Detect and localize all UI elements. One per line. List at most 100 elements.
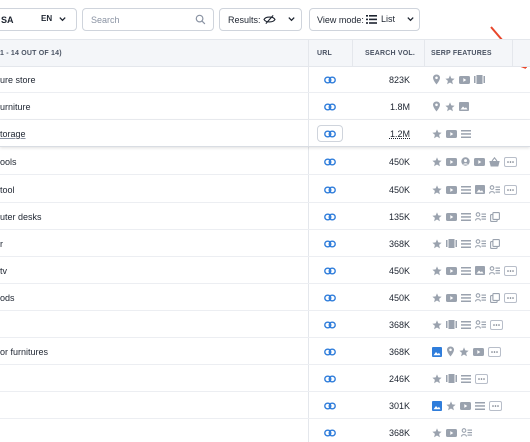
url-link-icon[interactable] — [317, 181, 343, 198]
column-divider — [424, 39, 425, 67]
column-header-url[interactable]: URL — [317, 50, 332, 57]
url-link-icon[interactable] — [317, 370, 343, 387]
url-link-icon[interactable] — [317, 235, 343, 252]
search-volume-cell: 1.8M — [389, 102, 410, 112]
serp-features-cell — [432, 264, 517, 277]
table-row[interactable]: 301K — [0, 392, 530, 419]
list-icon — [461, 129, 471, 138]
table-row[interactable]: tv 450K — [0, 257, 530, 284]
video-icon — [446, 129, 457, 138]
serp-features-cell — [432, 345, 501, 358]
star-icon — [446, 400, 456, 411]
results-filter-button[interactable]: Results: — [219, 8, 302, 31]
table-row[interactable]: uter desks 135K — [0, 203, 530, 230]
people-icon — [489, 185, 500, 194]
url-link-icon[interactable] — [317, 289, 343, 306]
star-icon — [459, 346, 469, 357]
keyword-cell[interactable]: ods — [0, 293, 15, 303]
people-icon — [475, 320, 486, 329]
table-header: 1 - 14 OUT OF 14) URL SEARCH VOL. SERP F… — [0, 39, 530, 67]
carousel-icon — [474, 75, 485, 84]
table-row[interactable]: tool 450K — [0, 176, 530, 203]
serp-features-cell — [432, 210, 500, 223]
serp-features-cell — [432, 127, 471, 140]
keyword-cell[interactable]: ools — [0, 157, 17, 167]
keyword-cell[interactable]: uter desks — [0, 212, 42, 222]
table-row[interactable]: ure store 823K — [0, 66, 530, 93]
column-divider — [512, 39, 513, 67]
pin-icon — [432, 74, 441, 85]
url-link-icon[interactable] — [317, 208, 343, 225]
view-mode-select[interactable]: View mode: List — [309, 8, 420, 31]
search-icon — [195, 14, 206, 27]
view-mode-value: List — [381, 14, 396, 24]
more-options-icon[interactable] — [504, 156, 517, 167]
serp-features-cell — [432, 237, 500, 250]
keyword-cell[interactable]: tv — [0, 266, 7, 276]
table-row[interactable]: urniture 1.8M — [0, 93, 530, 120]
table-row[interactable]: torage 1.2M — [0, 120, 530, 147]
keyword-cell[interactable]: tool — [0, 185, 15, 195]
url-link-icon[interactable] — [317, 125, 343, 142]
url-link-icon[interactable] — [317, 71, 343, 88]
search-volume-cell: 368K — [388, 239, 410, 249]
more-options-icon[interactable] — [475, 373, 488, 384]
column-header-search-volume[interactable]: SEARCH VOL. — [365, 50, 415, 57]
more-options-icon[interactable] — [504, 265, 517, 276]
keyword-cell[interactable]: ure store — [0, 75, 36, 85]
chevron-down-icon — [287, 14, 296, 25]
url-link-icon[interactable] — [317, 98, 343, 115]
table-row[interactable]: 368K — [0, 419, 530, 442]
url-link-icon[interactable] — [317, 262, 343, 279]
star-icon — [432, 211, 442, 222]
search-volume-cell: 823K — [388, 75, 410, 85]
list-icon — [461, 320, 471, 329]
image-blue-icon — [432, 400, 442, 411]
keyword-cell[interactable]: urniture — [0, 102, 31, 112]
search-input[interactable]: Search — [82, 8, 214, 31]
more-options-icon[interactable] — [488, 346, 501, 357]
keyword-cell[interactable]: r — [0, 239, 3, 249]
url-link-icon[interactable] — [317, 424, 343, 441]
star-icon — [432, 156, 442, 167]
results-label: Results: — [228, 14, 261, 25]
url-link-icon[interactable] — [317, 397, 343, 414]
serp-features-cell — [432, 318, 503, 331]
star-icon — [445, 74, 455, 85]
people-icon — [489, 266, 500, 275]
keyword-cell[interactable]: or furnitures — [0, 347, 48, 357]
search-volume-cell: 450K — [388, 266, 410, 276]
search-volume-cell: 450K — [388, 157, 410, 167]
table-row[interactable]: r 368K — [0, 230, 530, 257]
column-header-serp-features[interactable]: SERP FEATURES — [431, 50, 492, 57]
carousel-icon — [446, 320, 457, 329]
url-link-icon[interactable] — [317, 153, 343, 170]
person-icon — [461, 156, 470, 167]
table-row[interactable]: or furnitures 368K — [0, 338, 530, 365]
more-options-icon[interactable] — [504, 184, 517, 195]
star-icon — [432, 292, 442, 303]
table-row[interactable]: 368K — [0, 311, 530, 338]
more-options-icon[interactable] — [490, 319, 503, 330]
language-value: EN — [41, 14, 53, 23]
database-select[interactable]: SA EN — [0, 8, 77, 31]
column-header-keyword[interactable]: 1 - 14 OUT OF 14) — [0, 50, 62, 57]
image-blue-icon — [432, 346, 442, 357]
search-volume-cell: 301K — [388, 401, 410, 411]
video-icon — [446, 266, 457, 275]
serp-features-cell — [432, 100, 469, 113]
keyword-cell[interactable]: torage — [0, 129, 26, 139]
image-icon — [459, 102, 469, 111]
table-row[interactable]: ools 450K — [0, 148, 530, 175]
star-icon — [432, 427, 442, 438]
carousel-icon — [446, 239, 457, 248]
table-row[interactable]: ods 450K — [0, 284, 530, 311]
more-options-icon[interactable] — [504, 292, 517, 303]
video-icon — [474, 157, 485, 166]
table-row[interactable]: 246K — [0, 365, 530, 392]
url-link-icon[interactable] — [317, 316, 343, 333]
chevron-down-icon — [406, 14, 415, 25]
url-link-icon[interactable] — [317, 343, 343, 360]
more-options-icon[interactable] — [489, 400, 502, 411]
star-icon — [432, 373, 442, 384]
